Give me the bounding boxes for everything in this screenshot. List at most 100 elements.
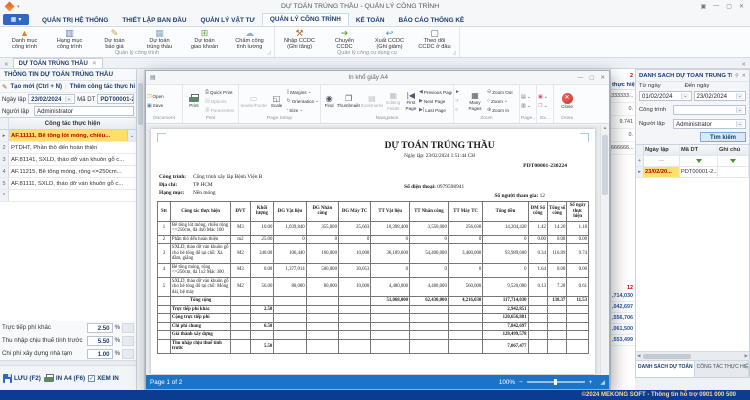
export-button[interactable]: ▣⌄ — [538, 92, 548, 101]
ribbon-button[interactable]: ⊞ Dự toán giao khoán — [182, 28, 227, 50]
column-header[interactable]: Ngày lập — [644, 145, 680, 155]
ribbon-button[interactable]: ✎ Dự toán báo giá — [92, 28, 137, 50]
tab-close-icon[interactable]: ✕ — [92, 60, 97, 67]
zoom-slider[interactable] — [527, 381, 585, 383]
close-icon[interactable]: ✕ — [739, 73, 746, 79]
save-button[interactable]: ▣Save — [147, 101, 164, 110]
task-row[interactable]: * ⌄ — [0, 190, 136, 202]
chevron-down-icon[interactable]: ⌄ — [127, 130, 136, 141]
dialog-close-icon[interactable]: ✕ — [600, 75, 605, 81]
cong-trinh-input[interactable]: ⌄ — [673, 105, 746, 115]
ribbon-button[interactable]: ↩ Xuất CCDC (Ghi giảm) — [367, 28, 412, 50]
pointer-tool-button[interactable]: ► — [455, 88, 463, 97]
pin-icon[interactable]: ⚲ — [732, 73, 739, 79]
ribbon-tab[interactable]: QUẢN LÝ CÔNG TRÌNH — [262, 13, 349, 26]
scrollbar-thumb[interactable] — [643, 354, 691, 359]
scroll-right-icon[interactable]: ▶ — [744, 353, 749, 359]
ribbon-button[interactable]: ➔ Chuyển CCDC — [322, 28, 367, 50]
task-row[interactable]: ▸ AF.11111, Bê tông lót móng, chiều... ⌄ — [0, 130, 136, 142]
percent-input[interactable]: 2.50 — [87, 323, 113, 333]
margins-button[interactable]: ▯Margins⌄ — [286, 88, 319, 97]
nguoi-lap-input[interactable]: Administrator — [34, 106, 134, 116]
scroll-left-icon[interactable]: ◀ — [636, 353, 641, 359]
dialog-minimize-icon[interactable]: — — [578, 75, 584, 81]
header-footer-button[interactable]: ▭Header/Footer — [240, 86, 267, 116]
ribbon-tab[interactable]: QUẢN TRỊ HỆ THỐNG — [35, 15, 115, 26]
ribbon-button[interactable]: ⚒ Nhập CCDC (Ghi tăng) — [277, 28, 322, 50]
thumbnails-button[interactable]: ❐Thumbnails — [337, 86, 360, 116]
search-button[interactable]: Tìm kiếm — [700, 132, 746, 142]
ribbon-button[interactable]: ▢ Theo dõi CCDC ở đâu — [412, 28, 457, 50]
scrollbar-thumb[interactable] — [138, 83, 143, 125]
zoom-out-button[interactable]: ⊖Zoom Out — [487, 88, 513, 97]
zoom-slider-thumb[interactable] — [554, 379, 557, 385]
hand-tool-button[interactable]: ☞ — [455, 97, 463, 106]
file-menu-button[interactable]: ▦ ▾ — [3, 14, 29, 25]
left-panel-scrollbar[interactable] — [137, 69, 145, 390]
nguoi-lap-input[interactable]: Administrator⌄ — [673, 119, 746, 129]
scale-button[interactable]: ◱Scale — [268, 86, 286, 116]
chevron-down-icon[interactable]: ⌄ — [736, 121, 743, 127]
close-preview-button[interactable]: ✕ Close — [555, 86, 579, 116]
tabstrip-right-close-icon[interactable]: ✕ — [737, 62, 750, 68]
last-page-button[interactable]: ▶|Last Page — [419, 106, 452, 115]
quick-print-button[interactable]: ⎙Quick Print — [205, 88, 234, 97]
find-button[interactable]: ◉Find — [322, 86, 336, 116]
watermark-button[interactable]: ▥⌄ — [521, 101, 531, 110]
editing-fields-button[interactable]: ▦Editing Fields — [384, 86, 403, 116]
tabstrip-close-icon[interactable]: ✕ — [0, 62, 13, 68]
chevron-down-icon[interactable]: ⌄ — [65, 96, 72, 102]
create-new-link[interactable]: Tạo mới (Ctrl + N) — [10, 83, 62, 90]
filter-icon[interactable] — [696, 159, 702, 163]
zoom-in-icon[interactable]: + — [589, 379, 593, 386]
send-button[interactable]: ❐⌄ — [538, 101, 548, 110]
task-row[interactable]: 2 PTDHT, Phần thô đến hoàn thiện ⌄ — [0, 142, 136, 154]
chevron-down-icon[interactable]: ⌄ — [681, 93, 688, 99]
chevron-down-icon[interactable]: ⌄ — [736, 93, 743, 99]
column-header[interactable]: Mã DT — [680, 145, 718, 155]
print-button[interactable]: Print — [184, 86, 204, 116]
ribbon-tab[interactable]: BÁO CÁO THỐNG KÊ — [392, 15, 472, 26]
zoom-in-button[interactable]: ⊕Zoom In — [487, 106, 513, 115]
options-button[interactable]: ▤Options — [205, 97, 234, 106]
zoom-button[interactable]: ○Zoom⌄ — [487, 97, 513, 106]
preview-vertical-scrollbar[interactable]: ▲ — [600, 125, 609, 378]
ribbon-tab[interactable]: KẾ TOÁN — [349, 15, 392, 26]
page-color-button[interactable]: ▤⌄ — [521, 92, 531, 101]
previous-page-button[interactable]: ◀Previous Page — [419, 88, 452, 97]
estimate-row[interactable]: ▸ 23/02/20... PDT00001-2... — [636, 167, 749, 178]
ribbon-tab[interactable]: QUẢN LÝ VẬT TƯ — [194, 15, 262, 26]
many-pages-button[interactable]: ▦Many Pages — [464, 86, 486, 116]
group-launcher-icon[interactable]: ◿ — [453, 50, 456, 56]
ribbon-tab[interactable]: THIẾT LẬP BAN ĐẦU — [115, 15, 193, 26]
bookmarks-button[interactable]: ▤Bookmarks — [361, 86, 383, 116]
task-grid-header[interactable]: Công tác thực hiện — [9, 118, 136, 129]
magnifier-tool-button[interactable]: ○ — [455, 106, 463, 115]
minimize-icon[interactable]: — — [713, 3, 719, 10]
zoom-out-icon[interactable]: − — [519, 379, 523, 386]
column-header[interactable]: Ghi chú — [718, 145, 749, 155]
chevron-down-icon[interactable]: ⌄ — [736, 107, 743, 113]
orientation-button[interactable]: ↻Orientation⌄ — [286, 97, 319, 106]
den-ngay-input[interactable]: 23/02/2024⌄ — [694, 91, 747, 101]
resize-grip-icon[interactable]: ◢ — [600, 379, 605, 386]
ribbon-button[interactable]: ☁ Chấm công tính lương — [227, 28, 272, 50]
open-button[interactable]: ❐Open — [147, 92, 164, 101]
horizontal-scrollbar[interactable]: ◀ ▶ — [636, 351, 749, 360]
task-row[interactable]: 4 AF.11215, Bê tông móng, rộng <=250cm..… — [0, 166, 136, 178]
tu-ngay-input[interactable]: 01/02/2024⌄ — [639, 91, 692, 101]
first-page-button[interactable]: |◀First Page — [404, 86, 418, 116]
preview-checkbox[interactable]: ✓ XEM IN — [88, 375, 119, 382]
save-button[interactable]: LƯU (F2) — [3, 374, 41, 383]
ngay-lap-input[interactable]: 23/02/2024 ⌄ — [28, 94, 75, 104]
dialog-maximize-icon[interactable]: ▢ — [589, 75, 594, 81]
panel-tab[interactable]: DANH SÁCH DỰ TOÁN ... — [636, 361, 695, 377]
ma-dt-input[interactable]: PDT00001-230 — [97, 94, 134, 104]
ribbon-button[interactable]: ▦ Dự toán trúng thầu — [137, 28, 182, 50]
task-row[interactable]: 3 AF.81141, SXLD, tháo dỡ ván khuôn gỗ c… — [0, 154, 136, 166]
close-icon[interactable]: ✕ — [739, 3, 744, 10]
scrollbar-thumb[interactable] — [602, 135, 608, 195]
percent-input[interactable]: 5.50 — [87, 336, 113, 346]
filter-icon[interactable] — [730, 159, 736, 163]
task-row[interactable]: 5 AF.81111, SXLD, tháo dỡ ván khuôn gỗ c… — [0, 178, 136, 190]
